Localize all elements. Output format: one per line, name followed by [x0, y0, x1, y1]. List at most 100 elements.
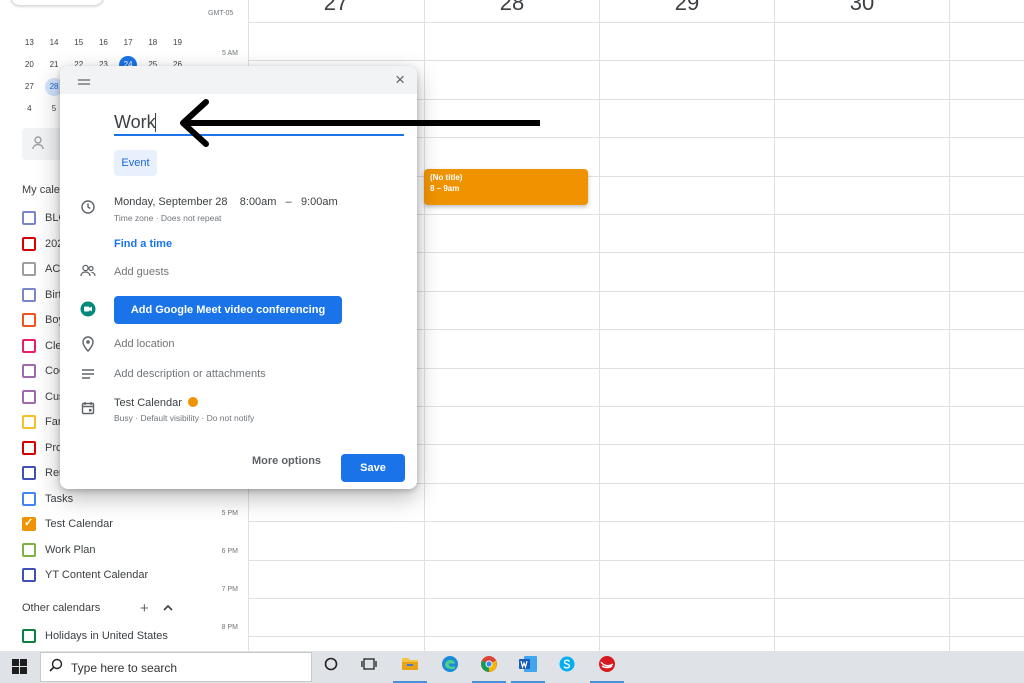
text-cursor: [155, 113, 156, 132]
edge-browser-icon[interactable]: [437, 655, 463, 679]
event-start-time[interactable]: 8:00am: [240, 196, 277, 208]
calendar-checkbox[interactable]: [22, 629, 36, 643]
task-view-icon[interactable]: [356, 655, 382, 679]
timezone-label: GMT-05: [208, 10, 234, 17]
calendar-name[interactable]: Test Calendar: [114, 397, 182, 409]
my-calendars-title[interactable]: My cale: [22, 184, 60, 196]
save-button[interactable]: Save: [341, 454, 405, 482]
calendar-checkbox[interactable]: [22, 287, 36, 302]
calendar-label: YT Content Calendar: [45, 569, 149, 581]
calendar-list-item[interactable]: AC: [22, 258, 60, 280]
mini-calendar-day[interactable]: 20: [17, 55, 42, 75]
event-block[interactable]: (No title) 8 – 9am: [424, 169, 588, 205]
time-label: 5 AM: [222, 50, 238, 57]
hour-gridline: [248, 559, 1024, 561]
calendar-list-item[interactable]: Pro: [22, 437, 62, 459]
other-calendars-tools: +: [140, 600, 173, 618]
mini-calendar-day[interactable]: 4: [17, 99, 42, 119]
time-label: 5 PM: [221, 510, 238, 517]
calendar-checkbox[interactable]: [22, 466, 36, 480]
calendar-list-item[interactable]: Test Calendar: [22, 513, 113, 535]
calendar-checkbox[interactable]: [22, 568, 36, 582]
calendar-list-item[interactable]: Birt: [22, 284, 62, 306]
add-google-meet-button[interactable]: Add Google Meet video conferencing: [114, 296, 342, 324]
mini-calendar-day[interactable]: 15: [66, 33, 91, 53]
calendar-checkbox[interactable]: [22, 516, 36, 531]
chrome-browser-icon[interactable]: [472, 655, 506, 683]
calendar-checkbox[interactable]: [22, 364, 36, 378]
mini-calendar-day[interactable]: 27: [17, 77, 42, 97]
security-app-icon[interactable]: [590, 655, 624, 683]
calendar-checkbox[interactable]: [22, 389, 36, 404]
dialog-header[interactable]: ×: [60, 66, 417, 94]
calendar-list-item[interactable]: Cus: [22, 386, 65, 408]
calendar-list-item[interactable]: Work Plan: [22, 539, 96, 561]
cortana-icon[interactable]: [318, 655, 344, 679]
calendar-color-dot: [187, 397, 198, 407]
hour-gridline: [248, 636, 1024, 638]
mini-calendar-day[interactable]: 18: [140, 33, 165, 53]
calendar-label: Tasks: [45, 492, 74, 505]
calendar-checkbox[interactable]: [22, 338, 36, 353]
visibility-settings[interactable]: Busy · Default visibility · Do not notif…: [114, 413, 254, 423]
calendar-checkbox[interactable]: [22, 236, 36, 251]
annotation-arrow-icon: [180, 99, 540, 147]
calendar-checkbox[interactable]: [22, 491, 36, 506]
calendar-list-item[interactable]: Cle: [22, 335, 62, 357]
calendar-checkbox[interactable]: [22, 440, 36, 455]
calendar-checkbox[interactable]: [22, 542, 36, 557]
add-location-field[interactable]: Add location: [114, 338, 175, 350]
calendar-checkbox[interactable]: [22, 415, 36, 429]
day-number[interactable]: 30: [842, 0, 882, 16]
calendar-list-item[interactable]: Coo: [22, 360, 65, 382]
screen: 1314151617181920212223242526272829301234…: [0, 0, 1024, 683]
event-end-time[interactable]: 9:00am: [301, 196, 338, 208]
windows-start-icon[interactable]: [12, 659, 28, 675]
taskbar-search-box[interactable]: Type here to search: [40, 652, 312, 682]
event-date[interactable]: Monday, September 28: [114, 196, 228, 208]
hour-gridline: [248, 521, 1024, 523]
search-placeholder: Type here to search: [71, 661, 178, 675]
mini-calendar-day[interactable]: 16: [91, 33, 116, 53]
add-guests-field[interactable]: Add guests: [114, 266, 169, 278]
calendar-checkbox[interactable]: [22, 313, 36, 327]
calendar-checkbox[interactable]: [22, 211, 36, 225]
mini-calendar-day[interactable]: 17: [116, 33, 141, 53]
location-pin-icon: [79, 336, 97, 354]
event-datetime[interactable]: Monday, September 28 8:00am – 9:00am: [114, 196, 338, 208]
mini-calendar-day[interactable]: 13: [17, 33, 42, 53]
skype-icon[interactable]: [554, 655, 580, 679]
time-label: 6 PM: [221, 548, 238, 555]
more-options-button[interactable]: More options: [252, 455, 321, 467]
add-other-calendar-icon[interactable]: +: [140, 600, 149, 618]
google-meet-icon: [79, 301, 97, 319]
mini-calendar-day[interactable]: 19: [165, 33, 190, 53]
calendar-selector[interactable]: Test Calendar: [114, 397, 198, 409]
calendar-list-item[interactable]: YT Content Calendar: [22, 564, 148, 586]
day-number[interactable]: 29: [667, 0, 707, 16]
day-number[interactable]: 28: [492, 0, 532, 16]
calendar-list-item[interactable]: 202: [22, 233, 63, 255]
word-app-icon[interactable]: [511, 655, 545, 683]
calendar-list-item[interactable]: Boy: [22, 309, 64, 331]
calendar-list-item[interactable]: Fan: [22, 411, 64, 433]
search-icon: [49, 658, 63, 675]
close-icon[interactable]: ×: [395, 70, 405, 90]
clock-icon: [79, 200, 97, 218]
collapse-chevron-icon[interactable]: [163, 600, 173, 618]
calendar-list-item[interactable]: Holidays in United States: [22, 625, 168, 647]
tab-event[interactable]: Event: [114, 150, 157, 176]
drag-handle-icon[interactable]: [78, 73, 90, 88]
calendar-list-item[interactable]: Rer: [22, 462, 63, 484]
find-time-link[interactable]: Find a time: [114, 238, 172, 250]
create-button-edge[interactable]: [10, 0, 104, 6]
calendar-checkbox[interactable]: [22, 262, 36, 276]
timezone-repeat-text[interactable]: Time zone · Does not repeat: [114, 213, 221, 223]
calendar-icon: [79, 401, 97, 419]
calendar-list-item[interactable]: Tasks: [22, 488, 73, 510]
mini-calendar-day[interactable]: 14: [42, 33, 67, 53]
day-number[interactable]: 27: [316, 0, 356, 16]
file-explorer-icon[interactable]: [393, 655, 427, 683]
other-calendars-title[interactable]: Other calendars: [22, 602, 100, 614]
add-description-field[interactable]: Add description or attachments: [114, 368, 266, 380]
